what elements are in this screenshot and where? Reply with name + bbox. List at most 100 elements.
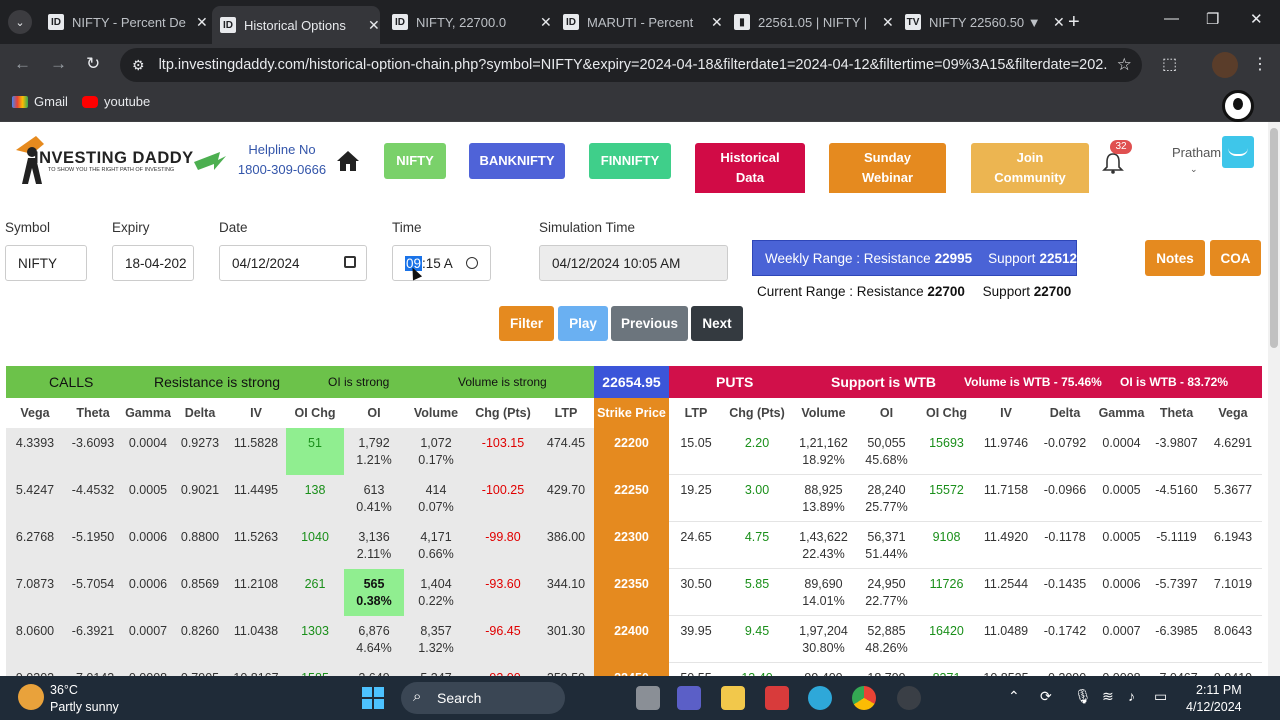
banknifty-button[interactable]: BANKNIFTY [469,143,565,179]
windows-start-icon[interactable] [362,687,384,709]
edge-icon[interactable] [808,686,832,710]
browser-tab[interactable]: ▮ 22561.05 | NIFTY | ✕ [726,8,894,36]
extensions-icon[interactable]: ⬚ [1162,54,1177,74]
close-tab-icon[interactable]: ✕ [540,14,552,31]
bookmark-gmail[interactable]: Gmail [12,94,68,109]
col-header-call-vol[interactable]: Volume [404,398,468,428]
col-header-put-ltp[interactable]: LTP [669,398,723,428]
task-view-icon[interactable] [636,686,660,710]
col-header-call-gamma[interactable]: Gamma [122,398,174,428]
strike-price-cell[interactable]: 22250 [594,475,669,522]
col-header-put-oi[interactable]: OI [856,398,917,428]
page-scrollbar[interactable] [1268,122,1280,676]
sunday-webinar-button[interactable]: Sunday Webinar [829,143,946,193]
col-header-put-oichg[interactable]: OI Chg [917,398,976,428]
forward-icon[interactable]: → [50,54,67,74]
file-explorer-icon[interactable] [721,686,745,710]
user-name[interactable]: Pratham [1172,145,1221,160]
col-header-put-delta[interactable]: Delta [1036,398,1094,428]
weather-desc[interactable]: Partly sunny [50,700,119,714]
historical-data-button[interactable]: Historical Data [695,143,805,193]
bookmark-youtube[interactable]: youtube [82,94,150,109]
col-header-put-vol[interactable]: Volume [791,398,856,428]
close-tab-icon[interactable]: ✕ [1053,14,1065,31]
helpline-number[interactable]: 1800-309-0666 [236,160,328,180]
chrome-menu-icon[interactable]: ⋮ [1252,54,1268,74]
play-button[interactable]: Play [558,306,608,341]
browser-tab[interactable]: ID NIFTY - Percent De ✕ [40,8,208,36]
strike-price-cell[interactable]: 22450 [594,663,669,676]
reload-icon[interactable]: ↻ [86,54,100,74]
chrome-taskbar-icon[interactable] [852,686,876,710]
browser-tab-active[interactable]: ID Historical Options ✕ [212,6,380,44]
taskbar-search[interactable]: ⌕ Search [401,682,565,714]
obs-icon[interactable] [897,686,921,710]
new-tab-icon[interactable]: + [1068,11,1080,34]
close-tab-icon[interactable]: ✕ [368,17,380,34]
strike-price-cell[interactable]: 22200 [594,428,669,475]
address-bar[interactable]: ⚙ ltp.investingdaddy.com/historical-opti… [120,48,1142,82]
site-info-icon[interactable]: ⚙ [132,57,145,74]
col-header-put-vega[interactable]: Vega [1204,398,1262,428]
col-header-put-iv[interactable]: IV [976,398,1036,428]
wifi-icon[interactable]: ≋ [1102,688,1114,705]
browser-tab[interactable]: ID NIFTY, 22700.0 ✕ [384,8,552,36]
close-tab-icon[interactable]: ✕ [711,14,723,31]
home-icon[interactable] [336,150,360,172]
gift-app-icon[interactable] [765,686,789,710]
calendar-icon[interactable] [344,256,356,268]
profile-avatar[interactable] [1212,52,1238,78]
strike-price-cell[interactable]: 22400 [594,616,669,663]
nifty-button[interactable]: NIFTY [384,143,446,179]
browser-tab[interactable]: ID MARUTI - Percent ✕ [555,8,723,36]
col-header-call-oichg[interactable]: OI Chg [286,398,344,428]
clock-time[interactable]: 2:11 PM [1196,683,1242,697]
battery-icon[interactable]: ▭ [1154,688,1167,705]
user-menu-chevron-icon[interactable]: ⌄ [1190,164,1198,175]
col-header-call-iv[interactable]: IV [226,398,286,428]
col-header-put-chg[interactable]: Chg (Pts) [723,398,791,428]
close-window-icon[interactable]: ✕ [1250,10,1263,28]
sync-icon[interactable]: ⟳ [1040,688,1052,705]
finnifty-button[interactable]: FINNIFTY [589,143,671,179]
tray-chevron-icon[interactable]: ⌃ [1008,688,1020,705]
weather-temp[interactable]: 36°C [50,683,78,697]
restore-icon[interactable]: ❐ [1206,10,1219,28]
url-text[interactable]: ltp.investingdaddy.com/historical-option… [159,57,1107,73]
time-input[interactable]: 09:15 A [392,245,491,281]
clock-icon[interactable] [466,257,478,269]
minimize-icon[interactable]: — [1164,10,1179,27]
clock-date[interactable]: 4/12/2024 [1186,700,1242,714]
filter-button[interactable]: Filter [499,306,554,341]
scrollbar-thumb[interactable] [1270,128,1278,348]
browser-tab[interactable]: TV NIFTY 22560.50 ▼ ✕ [897,8,1065,36]
lightbulb-extension-icon[interactable] [1222,90,1254,122]
volume-icon[interactable]: ♪ [1128,688,1135,704]
bookmark-star-icon[interactable]: ☆ [1117,55,1132,75]
close-tab-icon[interactable]: ✕ [882,14,894,31]
coa-button[interactable]: COA [1210,240,1261,276]
teams-icon[interactable] [677,686,701,710]
close-tab-icon[interactable]: ✕ [196,14,208,31]
col-header-call-oi[interactable]: OI [344,398,404,428]
previous-button[interactable]: Previous [611,306,688,341]
col-header-put-theta[interactable]: Theta [1149,398,1204,428]
strike-price-cell[interactable]: 22300 [594,522,669,569]
strike-price-cell[interactable]: 22350 [594,569,669,616]
investing-daddy-logo[interactable]: INVESTING DADDY TO SHOW YOU THE RIGHT PA… [14,130,228,184]
col-header-call-ltp[interactable]: LTP [538,398,594,428]
col-header-call-theta[interactable]: Theta [64,398,122,428]
col-header-call-delta[interactable]: Delta [174,398,226,428]
microphone-icon[interactable]: 🎙 [1074,688,1092,705]
col-header-call-chg[interactable]: Chg (Pts) [468,398,538,428]
col-header-put-gamma[interactable]: Gamma [1094,398,1149,428]
expiry-select[interactable]: 18-04-202 [112,245,194,281]
tab-search-button[interactable]: ⌄ [8,10,32,34]
notification-bell-icon[interactable] [1102,152,1124,174]
symbol-select[interactable]: NIFTY [5,245,87,281]
back-icon[interactable]: ← [14,54,31,74]
notes-button[interactable]: Notes [1145,240,1205,276]
date-input[interactable]: 04/12/2024 [219,245,367,281]
chat-widget-button[interactable] [1222,136,1254,168]
weather-icon[interactable] [18,684,44,710]
